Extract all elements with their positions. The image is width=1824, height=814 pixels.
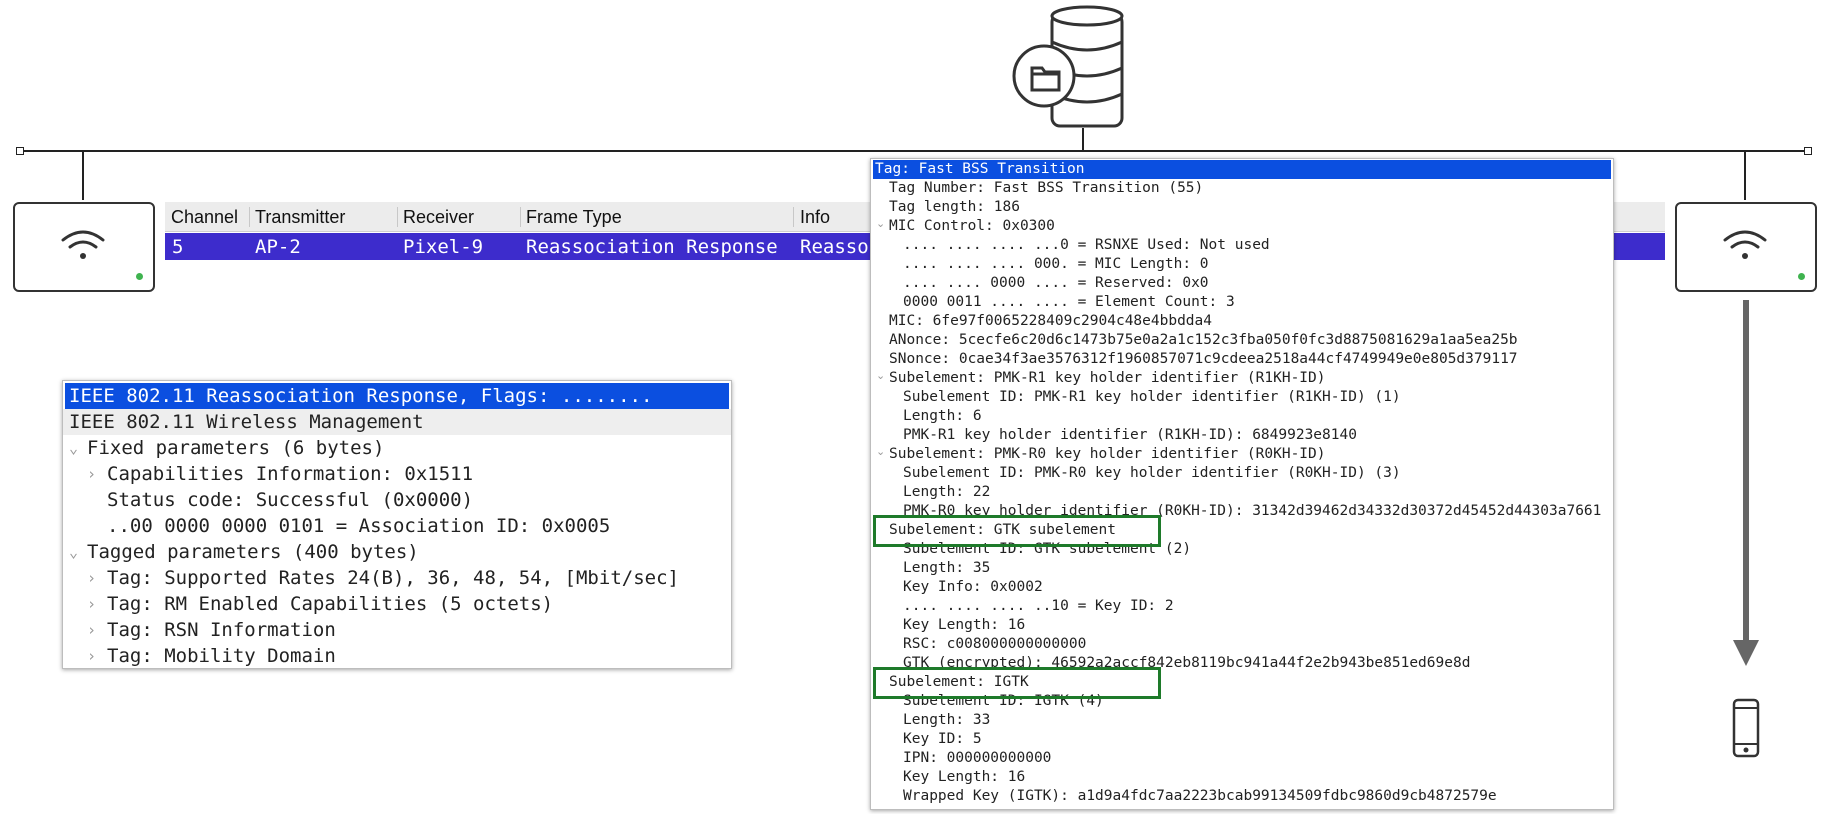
cell-receiver: Pixel-9 (403, 236, 484, 258)
tree-item[interactable]: Tag Number: Fast BSS Transition (55) (889, 179, 1203, 198)
chevron-right-icon[interactable]: › (87, 461, 96, 487)
column-header-info[interactable]: Info (800, 207, 830, 228)
tree-item[interactable]: Key Length: 16 (903, 616, 1025, 635)
wifi-icon (61, 230, 105, 259)
tree-item[interactable]: Subelement: PMK-R1 key holder identifier… (889, 369, 1326, 388)
column-header-receiver[interactable]: Receiver (403, 207, 474, 228)
tree-item[interactable]: Wrapped Key (IGTK): a1d9a4fdc7aa2223bcab… (903, 787, 1497, 806)
tree-item[interactable]: .... .... 0000 .... = Reserved: 0x0 (903, 274, 1209, 293)
arrow-head (1733, 640, 1759, 666)
tree-item[interactable]: 0000 0011 .... .... = Element Count: 3 (903, 293, 1235, 312)
tree-item[interactable]: Length: 22 (903, 483, 990, 502)
cell-channel: 5 (172, 236, 184, 258)
chevron-down-icon[interactable]: ⌄ (876, 445, 885, 458)
tree-item[interactable]: .... .... .... ...0 = RSNXE Used: Not us… (903, 236, 1270, 255)
access-point-left (13, 202, 155, 292)
tree-item[interactable]: ANonce: 5cecfe6c20d6c1473b75e0a2a1c152c3… (889, 331, 1518, 350)
tree-item[interactable]: › Tag: RM Enabled Capabilities (5 octets) (63, 591, 731, 617)
chevron-right-icon[interactable]: › (87, 643, 96, 668)
tree-item[interactable]: Tag length: 186 (889, 198, 1020, 217)
packet-detail-tree: IEEE 802.11 Reassociation Response, Flag… (62, 380, 732, 669)
cell-frame-type: Reassociation Response (526, 236, 778, 258)
ap-connector (82, 152, 84, 200)
wifi-icon (1723, 230, 1767, 259)
tree-item[interactable]: RSC: c008000000000000 (903, 635, 1086, 654)
tree-item[interactable]: Key ID: 5 (903, 730, 982, 749)
tree-item[interactable]: PMK-R1 key holder identifier (R1KH-ID): … (903, 426, 1357, 445)
chevron-down-icon[interactable]: ⌄ (69, 435, 78, 461)
gtk-subelement-highlight (873, 515, 1161, 547)
column-header-frame-type[interactable]: Frame Type (526, 207, 622, 228)
chevron-right-icon[interactable]: › (87, 617, 96, 643)
tree-item[interactable]: › Tag: Mobility Domain (63, 643, 731, 668)
tree-item[interactable]: Status code: Successful (0x0000) (63, 487, 731, 513)
tree-item-label: ..00 0000 0000 0101 = Association ID: 0x… (107, 515, 611, 537)
tree-item[interactable]: › Tag: RSN Information (63, 617, 731, 643)
tree-item[interactable]: .... .... .... 000. = MIC Length: 0 (903, 255, 1209, 274)
cell-info: Reassoc (800, 236, 881, 258)
tree-item[interactable]: MIC Control: 0x0300 (889, 217, 1055, 236)
chevron-right-icon[interactable]: › (87, 565, 96, 591)
tree-item-label: IEEE 802.11 Wireless Management (69, 411, 424, 433)
tree-item[interactable]: ⌄ Tagged parameters (400 bytes) (63, 539, 731, 565)
tree-item-label: Fixed parameters (6 bytes) (87, 437, 385, 459)
ap-connector (1744, 152, 1746, 200)
tree-item[interactable]: Length: 6 (903, 407, 982, 426)
tree-item-label: Tagged parameters (400 bytes) (87, 541, 419, 563)
tree-item[interactable]: Subelement: PMK-R0 key holder identifier… (889, 445, 1326, 464)
tree-item[interactable]: MIC: 6fe97f0065228409c2904c48e4bbdda4 (889, 312, 1212, 331)
chevron-down-icon[interactable]: ⌄ (876, 369, 885, 382)
tree-item[interactable]: ⌄ Fixed parameters (6 bytes) (63, 435, 731, 461)
tree-item-label: Status code: Successful (0x0000) (107, 489, 474, 511)
tree-item-label: Tag: RM Enabled Capabilities (5 octets) (107, 593, 554, 615)
chevron-right-icon[interactable]: › (87, 591, 96, 617)
chevron-down-icon[interactable]: ⌄ (69, 539, 78, 565)
tree-item-label: Tag: Fast BSS Transition (875, 161, 1085, 177)
chevron-down-icon[interactable]: ⌄ (876, 217, 885, 230)
tree-item[interactable]: Key Length: 16 (903, 768, 1025, 787)
status-led (136, 273, 143, 280)
cell-transmitter: AP-2 (255, 236, 301, 258)
smartphone-icon (1732, 698, 1760, 758)
line-endpoint (16, 147, 24, 155)
tree-item-label: Capabilities Information: 0x1511 (107, 463, 474, 485)
tree-item[interactable]: IPN: 000000000000 (903, 749, 1051, 768)
tree-item[interactable]: ..00 0000 0000 0101 = Association ID: 0x… (63, 513, 731, 539)
tree-item[interactable]: Length: 35 (903, 559, 990, 578)
server-connector (1082, 128, 1084, 150)
tree-item[interactable]: SNonce: 0cae34f3ae3576312f1960857071c9cd… (889, 350, 1518, 369)
access-point-right (1675, 202, 1817, 292)
tree-item[interactable]: › Tag: Supported Rates 24(B), 36, 48, 54,… (63, 565, 731, 591)
downlink-arrow (1743, 300, 1749, 640)
fast-bss-transition-detail: Tag: Fast BSS Transition Tag Number: Fas… (870, 158, 1614, 810)
tree-item[interactable]: › Capabilities Information: 0x1511 (63, 461, 731, 487)
column-header-channel[interactable]: Channel (171, 207, 238, 228)
column-header-transmitter[interactable]: Transmitter (255, 207, 345, 228)
tree-item[interactable]: Tag: Fast BSS Transition (873, 160, 1611, 179)
tree-item[interactable]: Key Info: 0x0002 (903, 578, 1043, 597)
tree-item[interactable]: .... .... .... ..10 = Key ID: 2 (903, 597, 1174, 616)
database-server-icon (1012, 4, 1134, 132)
tree-item[interactable]: Subelement ID: PMK-R0 key holder identif… (903, 464, 1401, 483)
tree-item[interactable]: Subelement ID: PMK-R1 key holder identif… (903, 388, 1401, 407)
tree-item-label: IEEE 802.11 Reassociation Response, Flag… (69, 385, 653, 407)
network-line (20, 150, 1810, 152)
tree-item[interactable]: Length: 33 (903, 711, 990, 730)
tree-item-label: Tag: Mobility Domain (107, 645, 336, 667)
status-led (1798, 273, 1805, 280)
tree-item[interactable]: IEEE 802.11 Reassociation Response, Flag… (65, 383, 729, 409)
igtk-subelement-highlight (873, 667, 1161, 699)
line-endpoint (1804, 147, 1812, 155)
tree-item[interactable]: IEEE 802.11 Wireless Management (63, 409, 731, 435)
tree-item-label: Tag: Supported Rates 24(B), 36, 48, 54, … (107, 567, 679, 589)
tree-item-label: Tag: RSN Information (107, 619, 336, 641)
